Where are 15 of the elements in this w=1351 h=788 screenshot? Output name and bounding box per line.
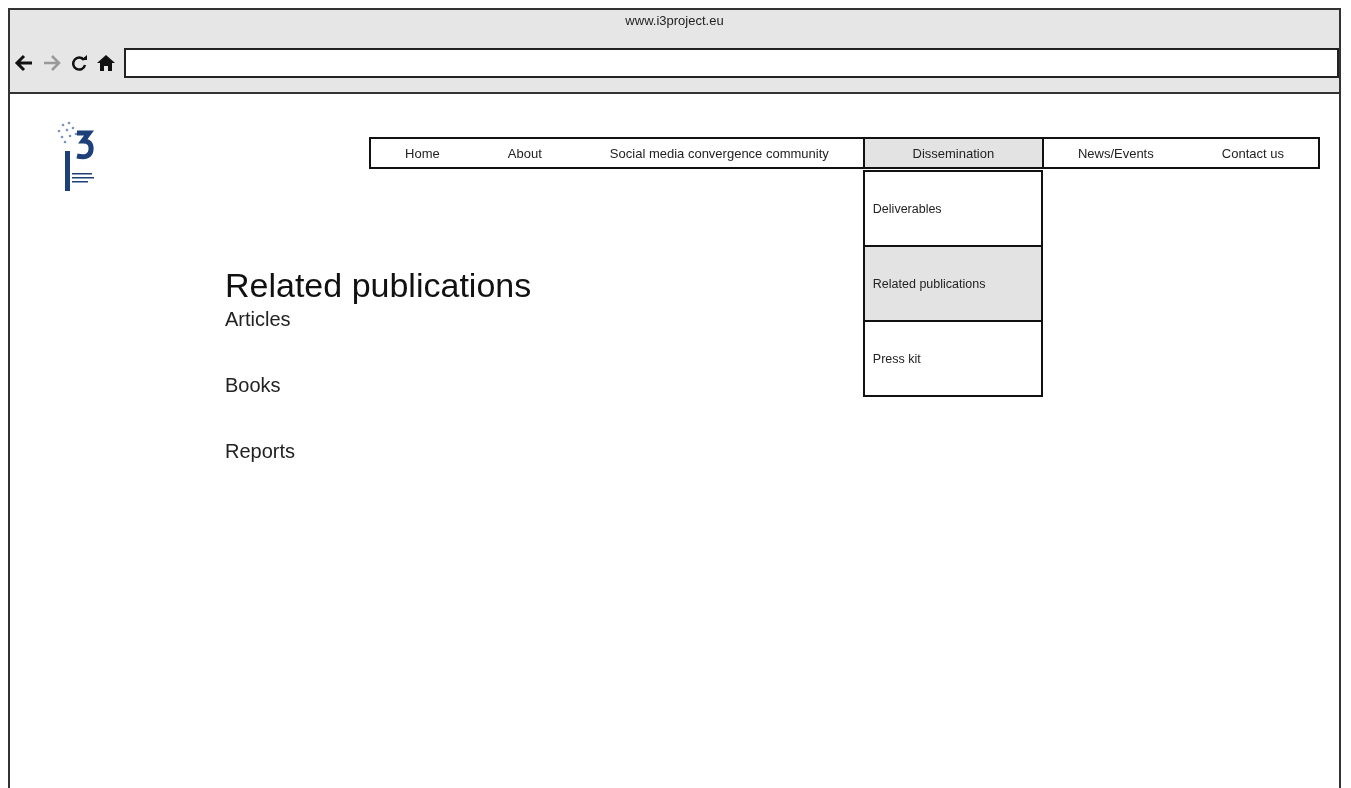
publication-link[interactable]: Reports	[225, 437, 532, 503]
nav-item[interactable]: Home	[371, 139, 474, 167]
nav-item[interactable]: Social media convergence community	[575, 139, 863, 167]
page-heading: Related publications	[225, 266, 532, 305]
back-icon[interactable]	[14, 53, 34, 73]
nav-item[interactable]: Contact us	[1187, 139, 1319, 167]
publication-link[interactable]: Articles	[225, 305, 532, 371]
dropdown-item[interactable]: Related publications	[864, 245, 1041, 320]
nav-item[interactable]: News/Events	[1043, 139, 1188, 167]
address-field[interactable]	[124, 48, 1339, 78]
home-icon[interactable]	[96, 53, 116, 73]
nav-item[interactable]: About	[473, 139, 576, 167]
reload-icon[interactable]	[70, 54, 88, 72]
page-title: www.i3project.eu	[624, 12, 725, 30]
publication-link[interactable]: Books	[225, 371, 532, 437]
